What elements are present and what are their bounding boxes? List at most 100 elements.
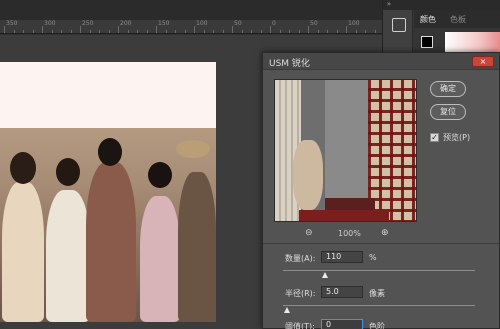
preview-shirt — [325, 80, 371, 200]
amount-label: 数量(A): — [285, 254, 316, 263]
ruler-minor-tick — [336, 30, 338, 33]
person-figure — [2, 182, 44, 322]
document-canvas[interactable] — [0, 62, 216, 322]
options-bar — [0, 0, 382, 20]
person-head — [10, 152, 36, 184]
ruler-tick — [4, 26, 5, 33]
ruler-minor-tick — [289, 30, 290, 33]
ruler-minor-tick — [175, 30, 176, 33]
ruler-minor-tick — [61, 30, 62, 33]
person-figure — [140, 196, 180, 322]
zoom-level: 100% — [338, 229, 361, 238]
ruler-minor-tick — [213, 30, 214, 33]
ruler-tick — [346, 26, 347, 33]
tab-color[interactable]: 颜色 — [420, 14, 436, 25]
threshold-label: 阈值(T): — [285, 322, 315, 329]
ruler-minor-tick — [298, 30, 300, 33]
threshold-unit: 色阶 — [369, 322, 385, 329]
ruler-minor-tick — [184, 30, 186, 33]
ruler-tick — [42, 26, 43, 33]
ruler-number: 300 — [44, 20, 56, 27]
radius-slider-thumb[interactable] — [283, 307, 290, 313]
ruler-minor-tick — [108, 30, 110, 33]
ruler-number: 100 — [348, 20, 360, 27]
radius-unit: 像素 — [369, 289, 385, 298]
dialog-title: USM 锐化 — [269, 59, 310, 69]
preview-arm — [293, 140, 323, 210]
radius-slider[interactable] — [283, 305, 475, 306]
ruler-minor-tick — [32, 30, 34, 33]
ruler-minor-tick — [222, 30, 224, 33]
panel-collapse-strip[interactable]: » — [383, 0, 500, 10]
threshold-input[interactable]: 0 — [321, 319, 363, 329]
ok-button[interactable]: 确定 — [430, 81, 466, 97]
zoom-out-icon[interactable]: ⊖ — [305, 228, 313, 238]
person-head — [98, 138, 122, 166]
horizontal-ruler: 350 300 250 200 150 100 50 0 50 100 — [0, 20, 382, 34]
ruler-number: 0 — [272, 20, 276, 27]
ruler-number: 250 — [82, 20, 94, 27]
ruler-minor-tick — [89, 30, 91, 33]
ruler-minor-tick — [355, 30, 357, 33]
group-photo — [0, 128, 216, 322]
foreground-color-swatch[interactable] — [421, 36, 433, 48]
ruler-tick — [80, 26, 81, 33]
ruler-minor-tick — [99, 30, 100, 33]
ruler-minor-tick — [365, 30, 366, 33]
ruler-minor-tick — [13, 30, 15, 33]
unsharp-mask-dialog: USM 锐化 × 确定 复位 ✓ 预览(P) ⊖ 100% ⊕ 数量(A): 1… — [262, 52, 500, 329]
ruler-minor-tick — [279, 30, 281, 33]
person-head — [56, 158, 80, 186]
amount-input[interactable]: 110 — [321, 251, 363, 263]
ruler-number: 100 — [196, 20, 208, 27]
amount-slider-thumb[interactable] — [322, 272, 329, 278]
person-head — [148, 162, 172, 188]
filter-preview[interactable] — [274, 79, 417, 222]
ruler-number: 50 — [234, 20, 242, 27]
ruler-minor-tick — [374, 30, 376, 33]
ruler-tick — [194, 26, 195, 33]
amount-unit: % — [369, 253, 377, 262]
ruler-number: 350 — [6, 20, 18, 27]
preview-plaid-jacket — [368, 80, 416, 221]
color-panel-tabs: 颜色 色板 — [414, 10, 500, 28]
ruler-minor-tick — [146, 30, 148, 33]
ruler-minor-tick — [327, 30, 328, 33]
ruler-minor-tick — [317, 30, 319, 33]
ruler-minor-tick — [51, 30, 53, 33]
amount-slider[interactable] — [283, 270, 475, 271]
divider — [263, 243, 499, 244]
collapse-arrows-icon[interactable]: » — [383, 0, 395, 10]
history-panel-icon[interactable] — [392, 18, 406, 32]
ruler-number: 150 — [158, 20, 170, 27]
reset-button[interactable]: 复位 — [430, 104, 466, 120]
ruler-number: 200 — [120, 20, 132, 27]
ruler-minor-tick — [203, 30, 205, 33]
ruler-tick — [308, 26, 309, 33]
ruler-minor-tick — [127, 30, 129, 33]
tab-swatches[interactable]: 色板 — [450, 14, 466, 25]
radius-label: 半径(R): — [285, 289, 316, 298]
ruler-tick — [270, 26, 271, 33]
person-figure — [46, 190, 90, 322]
preview-checkbox-label: 预览(P) — [443, 133, 471, 142]
ruler-minor-tick — [260, 30, 262, 33]
ruler-tick — [118, 26, 119, 33]
radius-input[interactable]: 5.0 — [321, 286, 363, 298]
ruler-minor-tick — [70, 30, 72, 33]
zoom-in-icon[interactable]: ⊕ — [381, 228, 389, 238]
close-button[interactable]: × — [472, 56, 494, 67]
ruler-minor-tick — [251, 30, 252, 33]
person-figure — [178, 172, 216, 322]
ruler-number: 50 — [310, 20, 318, 27]
dialog-titlebar[interactable]: USM 锐化 × — [263, 53, 499, 70]
ruler-minor-tick — [165, 30, 167, 33]
person-figure — [86, 162, 136, 322]
ruler-minor-tick — [137, 30, 138, 33]
preview-trousers — [299, 210, 389, 221]
person-hat — [176, 140, 210, 158]
ruler-tick — [232, 26, 233, 33]
ruler-tick — [156, 26, 157, 33]
preview-checkbox[interactable]: ✓ — [430, 133, 439, 142]
ruler-minor-tick — [23, 30, 24, 33]
